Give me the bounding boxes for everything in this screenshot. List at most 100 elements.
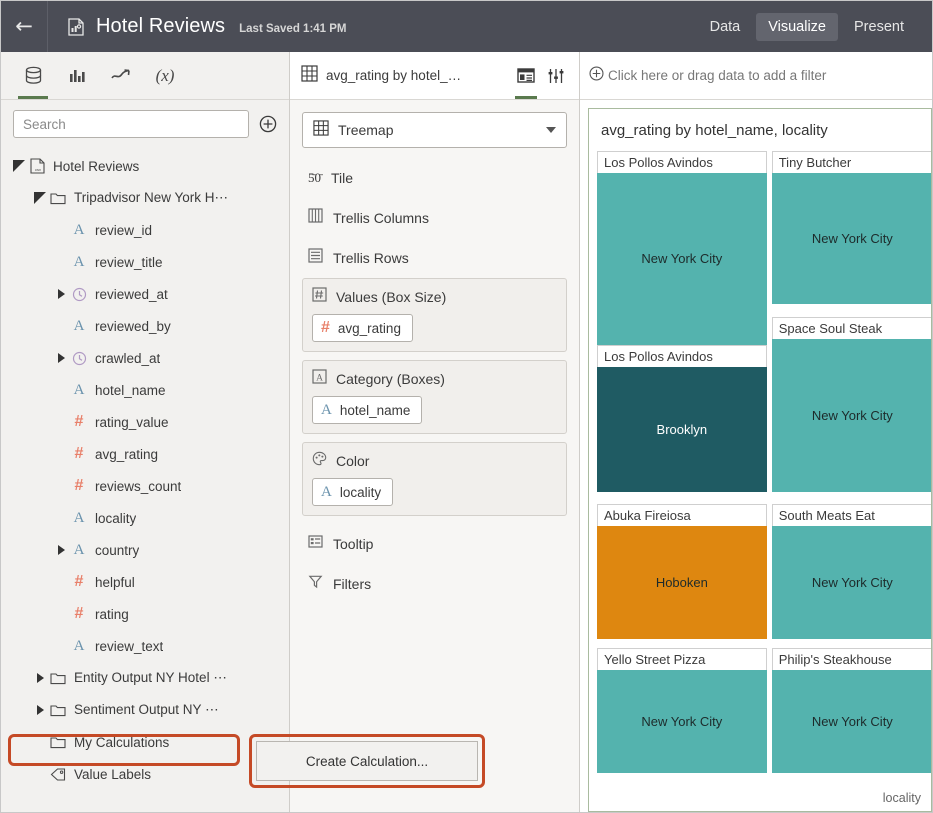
sidebar-tab-data[interactable]: [11, 52, 55, 99]
treemap-cell-body[interactable]: New York City: [772, 526, 932, 638]
shelf-list: Treemap 5̄0̄ Tile Trellis Columns: [290, 100, 579, 616]
canvas-area: avg_rating by hotel_name, locality Phili…: [580, 100, 932, 812]
nav-data[interactable]: Data: [698, 13, 753, 41]
tree-item-avg-rating[interactable]: #avg_rating: [1, 438, 289, 470]
filter-bar[interactable]: Click here or drag data to add a filter: [580, 52, 932, 100]
treemap-cell-body[interactable]: New York City: [772, 173, 932, 304]
treemap-icon: [313, 120, 329, 141]
pill-locality[interactable]: A locality: [312, 478, 393, 506]
tree-item-review-text[interactable]: Areview_text: [1, 630, 289, 662]
treemap-cell-body[interactable]: New York City: [772, 339, 932, 492]
attribute-A-icon: A: [69, 542, 89, 559]
chart-document-icon: [65, 16, 87, 38]
category-shelf-header: A Category (Boxes): [312, 369, 557, 389]
chevron-right-icon[interactable]: [53, 353, 69, 363]
tree-item-label: Tripadvisor New York H⋯: [74, 190, 228, 206]
treemap-cell-body[interactable]: New York City: [772, 670, 932, 773]
chevron-right-icon[interactable]: [32, 705, 48, 715]
bar-chart-icon: [67, 65, 88, 86]
measure-hash-icon: #: [69, 605, 89, 623]
treemap-cell[interactable]: Philip's SteakhouseNew York City: [772, 648, 932, 773]
tree-item-tripadvisor-new-york-h[interactable]: Tripadvisor New York H⋯: [1, 182, 289, 214]
chevron-right-icon[interactable]: [53, 289, 69, 299]
chevron-right-icon[interactable]: [53, 545, 69, 555]
sidebar-tab-trends[interactable]: [99, 52, 143, 99]
chevron-down-icon[interactable]: [11, 160, 27, 172]
sidebar-tab-calculations[interactable]: (x): [143, 52, 187, 99]
tree-item-rating[interactable]: # rating: [1, 598, 289, 630]
tree-item-reviewed-by[interactable]: Areviewed_by: [1, 310, 289, 342]
tree-item-locality[interactable]: Alocality: [1, 502, 289, 534]
tree-item-hotel-reviews[interactable]: csvHotel Reviews: [1, 150, 289, 182]
tree-item-label: Sentiment Output NY ⋯: [74, 702, 219, 718]
plus-circle-icon[interactable]: [257, 113, 279, 135]
pill-label: locality: [340, 485, 381, 500]
properties-sliders-icon[interactable]: [541, 52, 571, 99]
palette-icon: [312, 451, 327, 471]
tree-item-my-calculations[interactable]: My Calculations: [1, 726, 289, 758]
treemap-cell[interactable]: South Meats EatNew York City: [772, 504, 932, 638]
tag-icon: [48, 767, 68, 782]
treemap-cell[interactable]: Tiny ButcherNew York City: [772, 151, 932, 304]
nav-present[interactable]: Present: [842, 13, 916, 41]
left-panel-tabs: (x): [1, 52, 289, 100]
tree-item-label: rating: [95, 607, 129, 622]
funnel-icon: [308, 574, 323, 594]
treemap-cell-body[interactable]: New York City: [597, 670, 767, 773]
trellis-rows-shelf[interactable]: Trellis Rows: [302, 238, 567, 278]
tree-item-label: Entity Output NY Hotel ⋯: [74, 670, 227, 686]
color-shelf[interactable]: Color A locality: [302, 442, 567, 516]
values-shelf[interactable]: Values (Box Size) # avg_rating: [302, 278, 567, 352]
tile-shelf-label: Tile: [331, 170, 353, 186]
category-shelf[interactable]: A Category (Boxes) A hotel_name: [302, 360, 567, 434]
tile-shelf[interactable]: 5̄0̄ Tile: [302, 158, 567, 198]
folder-icon: [48, 735, 68, 749]
pill-label: hotel_name: [340, 403, 411, 418]
search-input[interactable]: [13, 110, 249, 138]
tree-item-review-id[interactable]: Areview_id: [1, 214, 289, 246]
chevron-right-icon[interactable]: [32, 673, 48, 683]
tree-item-entity-output-ny-hotel[interactable]: Entity Output NY Hotel ⋯: [1, 662, 289, 694]
tree-item-sentiment-output-ny[interactable]: Sentiment Output NY ⋯: [1, 694, 289, 726]
grammar-panel-icon[interactable]: [511, 52, 541, 99]
sidebar-tab-analytics[interactable]: [55, 52, 99, 99]
chevron-down-icon[interactable]: [32, 192, 48, 204]
viz-type-label: Treemap: [338, 122, 546, 138]
filters-shelf[interactable]: Filters: [302, 564, 567, 604]
treemap-cell[interactable]: Los Pollos AvindosBrooklyn: [597, 345, 767, 492]
tree-item-reviews-count[interactable]: #reviews_count: [1, 470, 289, 502]
treemap-cell-header: Space Soul Steak: [772, 317, 932, 339]
tree-item-reviewed-at[interactable]: reviewed_at: [1, 278, 289, 310]
treemap-cell[interactable]: Space Soul SteakNew York City: [772, 317, 932, 492]
treemap-cell[interactable]: Abuka FireiosaHoboken: [597, 504, 767, 638]
treemap-cell[interactable]: Yello Street PizzaNew York City: [597, 648, 767, 773]
left-data-panel: (x) csvHotel Reviews Tripadvisor New York…: [1, 52, 290, 812]
tooltip-shelf[interactable]: Tooltip: [302, 524, 567, 564]
treemap-cell-body[interactable]: Brooklyn: [597, 367, 767, 492]
tree-item-helpful[interactable]: #helpful: [1, 566, 289, 598]
tree-item-crawled-at[interactable]: crawled_at: [1, 342, 289, 374]
viz-type-select[interactable]: Treemap: [302, 112, 567, 148]
treemap-cell-body[interactable]: New York City: [597, 173, 767, 345]
nav-visualize[interactable]: Visualize: [756, 13, 838, 41]
tree-item-value-labels[interactable]: Value Labels: [1, 758, 289, 790]
create-calculation-menu-item[interactable]: Create Calculation...: [256, 741, 478, 781]
plus-circle-icon[interactable]: [588, 65, 605, 87]
back-button[interactable]: ←: [1, 1, 47, 52]
trellis-columns-shelf[interactable]: Trellis Columns: [302, 198, 567, 238]
last-saved-label: Last Saved 1:41 PM: [239, 23, 346, 35]
measure-box-icon: [312, 287, 327, 307]
svg-text:csv: csv: [35, 167, 41, 172]
treemap-cell-header: Philip's Steakhouse: [772, 648, 932, 670]
tree-item-country[interactable]: Acountry: [1, 534, 289, 566]
top-nav: Data Visualize Present: [698, 13, 932, 41]
viz-panel-title: avg_rating by hotel_…: [326, 68, 511, 83]
tree-item-rating-value[interactable]: #rating_value: [1, 406, 289, 438]
treemap-cell[interactable]: Los Pollos AvindosNew York City: [597, 151, 767, 345]
treemap-cell-body[interactable]: Hoboken: [597, 526, 767, 638]
pill-hotel-name[interactable]: A hotel_name: [312, 396, 422, 424]
tree-item-label: hotel_name: [95, 383, 166, 398]
tree-item-review-title[interactable]: Areview_title: [1, 246, 289, 278]
tree-item-hotel-name[interactable]: Ahotel_name: [1, 374, 289, 406]
pill-avg-rating[interactable]: # avg_rating: [312, 314, 413, 342]
